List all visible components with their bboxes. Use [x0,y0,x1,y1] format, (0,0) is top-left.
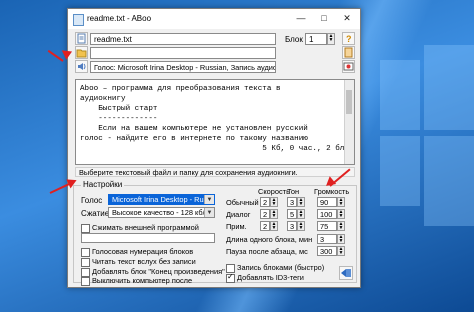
record-icon[interactable] [342,60,355,73]
block-length-spinner[interactable]: ▲ ▼ [337,234,345,244]
text-line: голос - найдите его в интернете по таком… [80,135,308,143]
speed-normal-spinner[interactable]: ▲ ▼ [270,197,278,207]
pause-field[interactable]: 300 [317,246,337,256]
tone-note-spinner[interactable]: ▲ ▼ [297,221,305,231]
voice-numbering-label: Голосовая нумерация блоков [92,247,194,256]
text-line: Быстрый старт [80,105,158,113]
windows-logo-pane [380,60,420,130]
tone-column-header: Тон [287,187,300,196]
tone-normal-field[interactable]: 3 [287,197,297,207]
text-editor[interactable]: Aboo – программа для преобразования текс… [75,79,355,165]
close-button[interactable]: ✕ [336,11,358,26]
shutdown-checkbox[interactable] [81,277,90,286]
windows-logo-pane [424,136,474,226]
external-compress-label: Сжимать внешней программой [92,223,199,232]
pause-label: Пауза после абзаца, мс [226,247,308,256]
volume-note-field[interactable]: 75 [317,221,337,231]
maximize-button[interactable]: □ [313,11,335,26]
text-line: ------------- [80,115,158,123]
app-icon [73,14,84,26]
external-compress-checkbox[interactable] [81,224,90,233]
file-stats-text: 5 Кб, 0 час., 2 бл. [80,145,349,153]
folder-icon[interactable] [75,46,88,59]
speed-column-header: Скорость [258,187,290,196]
compress-select-value: Высокое качество - 128 кб/с [112,208,209,217]
tone-dialog-spinner[interactable]: ▲ ▼ [297,209,305,219]
info-icon[interactable] [342,46,355,59]
pause-spinner[interactable]: ▲ ▼ [337,246,345,256]
volume-note-spinner[interactable]: ▲ ▼ [337,221,345,231]
windows-logo-pane [380,136,420,206]
scrollbar-thumb[interactable] [346,90,352,114]
speed-note-spinner[interactable]: ▲ ▼ [270,221,278,231]
text-line: аудиокнигу [80,95,126,103]
help-icon[interactable]: ? [342,32,355,45]
chevron-down-icon[interactable]: ▼ [204,208,214,217]
voice-select[interactable]: Microsoft Irina Desktop - Russi ▼ [108,194,215,205]
block-label: Блок [285,35,303,44]
end-block-label: Добавлять блок "Конец произведения" [92,267,225,276]
speed-dialog-field[interactable]: 2 [260,209,270,219]
block-spinner[interactable]: ▲ ▼ [327,33,335,45]
block-length-label: Длина одного блока, мин [226,235,313,244]
tone-dialog-field[interactable]: 5 [287,209,297,219]
voice-numbering-checkbox[interactable] [81,248,90,257]
windows-logo-pane [424,45,474,130]
minimize-button[interactable]: — [290,11,312,26]
volume-dialog-field[interactable]: 100 [317,209,337,219]
speed-dialog-spinner[interactable]: ▲ ▼ [270,209,278,219]
text-line: Aboo – программа для преобразования текс… [80,85,281,93]
row-label-dialog: Диалог [226,210,251,219]
block-length-field[interactable]: 3 [317,234,337,244]
settings-title: Настройки [81,180,125,189]
id3-tags-checkbox[interactable] [226,272,235,283]
record-blocks-label: Запись блоками (быстро) [237,263,325,272]
id3-tags-label: Добавлять ID3-теги [237,273,304,282]
voice-select-value: Microsoft Irina Desktop - Russi [112,195,213,204]
read-aloud-checkbox[interactable] [81,258,90,267]
speed-normal-field[interactable]: 2 [260,197,270,207]
svg-text:?: ? [346,34,352,44]
speed-note-field[interactable]: 2 [260,221,270,231]
text-line: Если на вашем компьютере не установлен р… [80,125,308,133]
title-bar[interactable]: readme.txt - ABoo — □ ✕ [68,9,360,29]
window-title: readme.txt - ABoo [87,14,152,23]
row-label-note: Прим. [226,222,247,231]
speaker-voice-icon[interactable] [75,60,88,73]
output-folder-field[interactable] [90,47,276,59]
compress-label: Сжатие [81,209,110,218]
tone-normal-spinner[interactable]: ▲ ▼ [297,197,305,207]
status-hint: Выберите текстовый файл и папку для сохр… [75,167,355,177]
read-aloud-label: Читать текст вслух без записи [92,257,196,266]
external-program-field[interactable] [81,233,215,243]
row-label-normal: Обычный [226,198,259,207]
shutdown-label: Выключить компьютер после [92,276,193,285]
chevron-down-icon[interactable]: ▼ [204,195,214,204]
voice-status-field: Голос: Microsoft Irina Desktop - Russian… [90,61,276,73]
tone-note-field[interactable]: 3 [287,221,297,231]
collapse-settings-icon[interactable] [339,266,353,280]
block-number-field[interactable]: 1 [305,33,327,45]
app-window: readme.txt - ABoo — □ ✕ readme.txt Блок … [67,8,361,288]
volume-dialog-spinner[interactable]: ▲ ▼ [337,209,345,219]
compress-select[interactable]: Высокое качество - 128 кб/с ▼ [108,207,215,218]
volume-normal-field[interactable]: 90 [317,197,337,207]
settings-group: Настройки Голос Microsoft Irina Desktop … [73,180,357,286]
open-file-icon[interactable] [75,32,88,45]
vertical-scrollbar[interactable] [344,80,354,164]
end-block-checkbox[interactable] [81,268,90,277]
volume-normal-spinner[interactable]: ▲ ▼ [337,197,345,207]
voice-label: Голос [81,196,103,205]
volume-column-header: Громкость [314,187,350,196]
file-name-field[interactable]: readme.txt [90,33,276,45]
